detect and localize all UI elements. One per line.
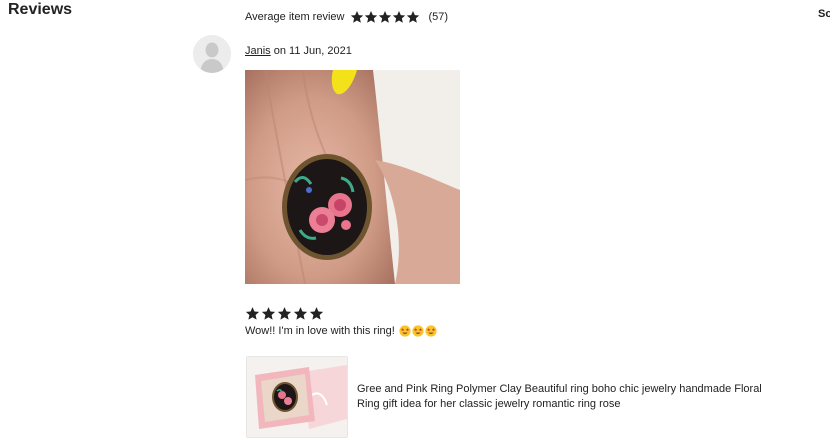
review-emojis bbox=[399, 325, 438, 337]
star-struck-emoji-icon bbox=[412, 325, 424, 337]
review-meta: Janis on 11 Jun, 2021 bbox=[245, 45, 352, 57]
star-icon bbox=[293, 307, 308, 320]
default-avatar-icon bbox=[193, 35, 231, 73]
reviewer-avatar[interactable] bbox=[193, 35, 231, 73]
star-struck-emoji-icon bbox=[399, 325, 411, 337]
ring-in-gift-box-image bbox=[247, 357, 347, 437]
product-title-link[interactable]: Gree and Pink Ring Polymer Clay Beautifu… bbox=[357, 382, 787, 412]
review-body: Wow!! I'm in love with this ring! bbox=[245, 325, 438, 337]
star-icon bbox=[393, 11, 406, 23]
star-icon bbox=[365, 11, 378, 23]
review-date: on 11 Jun, 2021 bbox=[273, 45, 352, 57]
star-icon bbox=[379, 11, 392, 23]
review-photo[interactable] bbox=[245, 70, 460, 284]
product-thumbnail[interactable] bbox=[246, 356, 348, 438]
average-review-summary: Average item review (57) bbox=[245, 9, 448, 25]
star-icon bbox=[277, 307, 292, 320]
review-text: Wow!! I'm in love with this ring! bbox=[245, 325, 395, 337]
review-count: (57) bbox=[428, 11, 449, 23]
sort-dropdown-label[interactable]: So bbox=[818, 8, 830, 20]
ring-on-hand-photo bbox=[245, 70, 460, 284]
average-rating-stars bbox=[350, 10, 420, 24]
star-icon bbox=[309, 307, 324, 320]
star-struck-emoji-icon bbox=[425, 325, 437, 337]
star-icon bbox=[261, 307, 276, 320]
star-icon bbox=[407, 11, 420, 23]
average-review-label: Average item review bbox=[245, 11, 345, 23]
reviewer-name-link[interactable]: Janis bbox=[245, 45, 271, 57]
review-rating-stars bbox=[245, 306, 325, 321]
star-icon bbox=[351, 11, 364, 23]
reviews-heading: Reviews bbox=[8, 1, 73, 18]
star-icon bbox=[245, 307, 260, 320]
